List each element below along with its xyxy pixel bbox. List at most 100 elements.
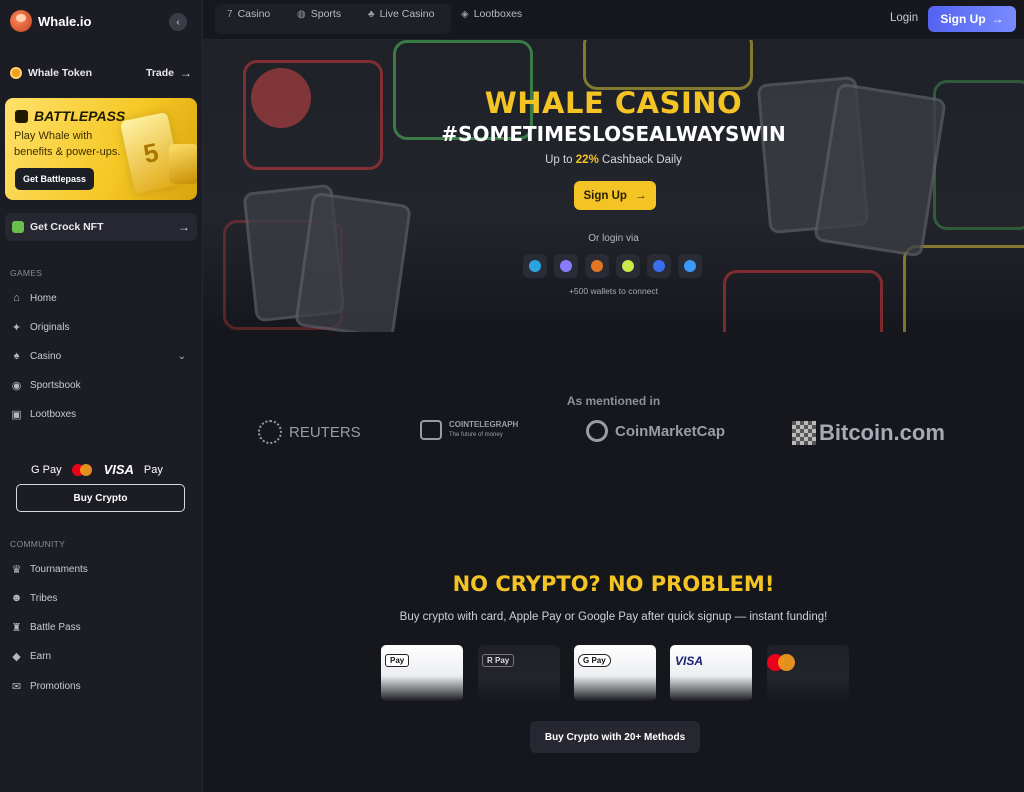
tab-label: Casino [237,8,271,20]
arrow-right-icon: → [180,66,192,80]
brand-name: Whale.io [38,13,92,29]
sidebar-item-label: Promotions [30,680,81,692]
cointelegraph-label: COINTELEGRAPH [449,420,519,429]
sidebar-item-label: Originals [30,321,70,333]
sidebar-item-casino[interactable]: ♠ Casino ⌄ [10,347,192,365]
ball-icon: ◍ [297,8,306,20]
press-logo-coinmarketcap: CoinMarketCap [586,420,725,442]
signup-label: Sign Up [940,12,986,26]
shield-wallet-login-button[interactable] [647,254,671,278]
battlepass-title: BATTLEPASS [15,108,125,124]
hero-banner: WHALE CASINO #SOMETIMESLOSEALWAYSWIN Up … [203,40,1024,332]
collapse-sidebar-button[interactable]: ‹ [169,13,187,31]
hero-signup-button[interactable]: Sign Up → [574,181,656,210]
sidebar-item-promotions[interactable]: ✉ Promotions [10,677,192,695]
signup-button[interactable]: Sign Up → [928,6,1016,32]
sidebar-item-originals[interactable]: ✦ Originals [10,318,192,336]
cointelegraph-logo-icon [420,420,442,440]
google-pay-card[interactable]: G Pay [574,645,656,701]
wave-icon [684,260,696,272]
mastercard-logo-icon [767,654,799,672]
trade-link[interactable]: Trade → [146,66,192,80]
battlepass-banner[interactable]: BATTLEPASS Play Whale with benefits & po… [5,98,197,200]
wallet-login-button[interactable] [554,254,578,278]
visa-logo: VISA [103,462,134,477]
sidebar: Whale.io ‹ Whale Token Trade → BATTLEPAS… [0,0,203,792]
cashback-suffix: Cashback Daily [602,154,682,166]
tab-live-casino[interactable]: ♣ Live Casino [368,8,434,20]
get-crock-nft-button[interactable]: Get Crock NFT → [5,213,197,241]
sidebar-item-lootboxes[interactable]: ▣ Lootboxes [10,405,192,423]
earn-icon: ◆ [12,650,21,663]
apple-pay-logo: Pay [143,463,163,476]
get-battlepass-button[interactable]: Get Battlepass [15,168,95,190]
hero-subtitle: #SOMETIMESLOSEALWAYSWIN [441,122,786,146]
visa-label: VISA [675,654,704,668]
battlepass-icon: ♜ [11,621,22,634]
telegram-login-button[interactable] [523,254,547,278]
games-section-label: GAMES [10,268,43,278]
coinmarketcap-label: CoinMarketCap [615,422,726,440]
whale-logo-icon [10,10,32,32]
cards-icon: ♣ [368,8,375,20]
buy-crypto-methods-button[interactable]: Buy Crypto with 20+ Methods [530,721,700,753]
promotions-icon: ✉ [11,680,22,693]
wave-wallet-login-button[interactable] [678,254,702,278]
hero-signup-label: Sign Up [583,189,627,202]
community-section-label: COMMUNITY [10,539,66,549]
crock-nft-icon [12,221,24,233]
google-pay-logo: G Pay [31,463,62,476]
home-icon: ⌂ [13,292,20,304]
apple-pay-card[interactable]: Pay [381,645,463,701]
press-logo-bitcoin-com: Bitcoin.com [792,420,945,446]
walletconnect-login-button[interactable] [616,254,640,278]
buy-crypto-button[interactable]: Buy Crypto [16,484,185,512]
decor-red-tile-3 [723,270,883,332]
battlepass-title-text: BATTLEPASS [34,108,126,124]
tab-lootboxes[interactable]: ◈ Lootboxes [461,8,522,20]
metamask-login-button[interactable] [585,254,609,278]
login-button[interactable]: Login [890,12,918,24]
whale-token-row[interactable]: Whale Token Trade → [10,64,192,82]
sidebar-item-label: Tournaments [30,563,88,575]
no-crypto-title: NO CRYPTO? NO PROBLEM! [452,572,775,596]
cashback-prefix: Up to [545,154,573,166]
apple-pay-label: Pay [385,654,410,667]
battlepass-description: Play Whale with benefits & power-ups. [14,130,121,158]
tab-casino[interactable]: 7 Casino [227,8,270,20]
bitcoin-com-logo-icon [792,421,816,445]
cointelegraph-sub: The future of money [449,432,503,438]
sidebar-item-label: Battle Pass [30,621,81,633]
revolut-pay-card[interactable]: R Pay [478,645,560,701]
sidebar-item-sportsbook[interactable]: ◉ Sportsbook [10,376,192,394]
walletconnect-w-icon [622,260,634,272]
lootbox-icon: ▣ [11,408,22,421]
tab-sports[interactable]: ◍ Sports [297,8,341,20]
mastercard-card[interactable]: mastercard [767,645,849,701]
sidebar-item-label: Tribes [30,592,58,604]
bitcoin-com-label: Bitcoin.com [819,420,945,445]
arrow-right-icon: → [991,12,1004,26]
coinmarketcap-logo-icon [586,420,608,442]
sidebar-item-label: Lootboxes [30,408,77,420]
sidebar-item-tribes[interactable]: ☻ Tribes [10,589,192,607]
google-pay-label: G Pay [578,654,611,667]
originals-icon: ✦ [11,321,22,334]
trade-label: Trade [145,67,174,79]
whale-token-icon [10,67,22,79]
tab-label: Live Casino [379,8,435,20]
brand[interactable]: Whale.io [10,10,91,32]
revolut-pay-label: R Pay [482,654,515,667]
visa-card[interactable]: VISA [670,645,752,701]
sidebar-item-earn[interactable]: ◆ Earn [10,647,192,665]
chevron-down-icon[interactable]: ⌄ [178,351,186,362]
wallet-note: +500 wallets to connect [568,286,659,296]
box-icon: ◈ [461,8,469,20]
season-number: 5 [140,136,162,169]
cashback-text: Up to 22% Cashback Daily [203,154,1024,166]
sidebar-item-battle-pass[interactable]: ♜ Battle Pass [10,618,192,636]
sidebar-item-home[interactable]: ⌂ Home [10,289,192,307]
battlepass-card-image [169,144,197,184]
crock-nft-label: Get Crock NFT [30,221,104,233]
sidebar-item-tournaments[interactable]: ♛ Tournaments [10,560,192,578]
